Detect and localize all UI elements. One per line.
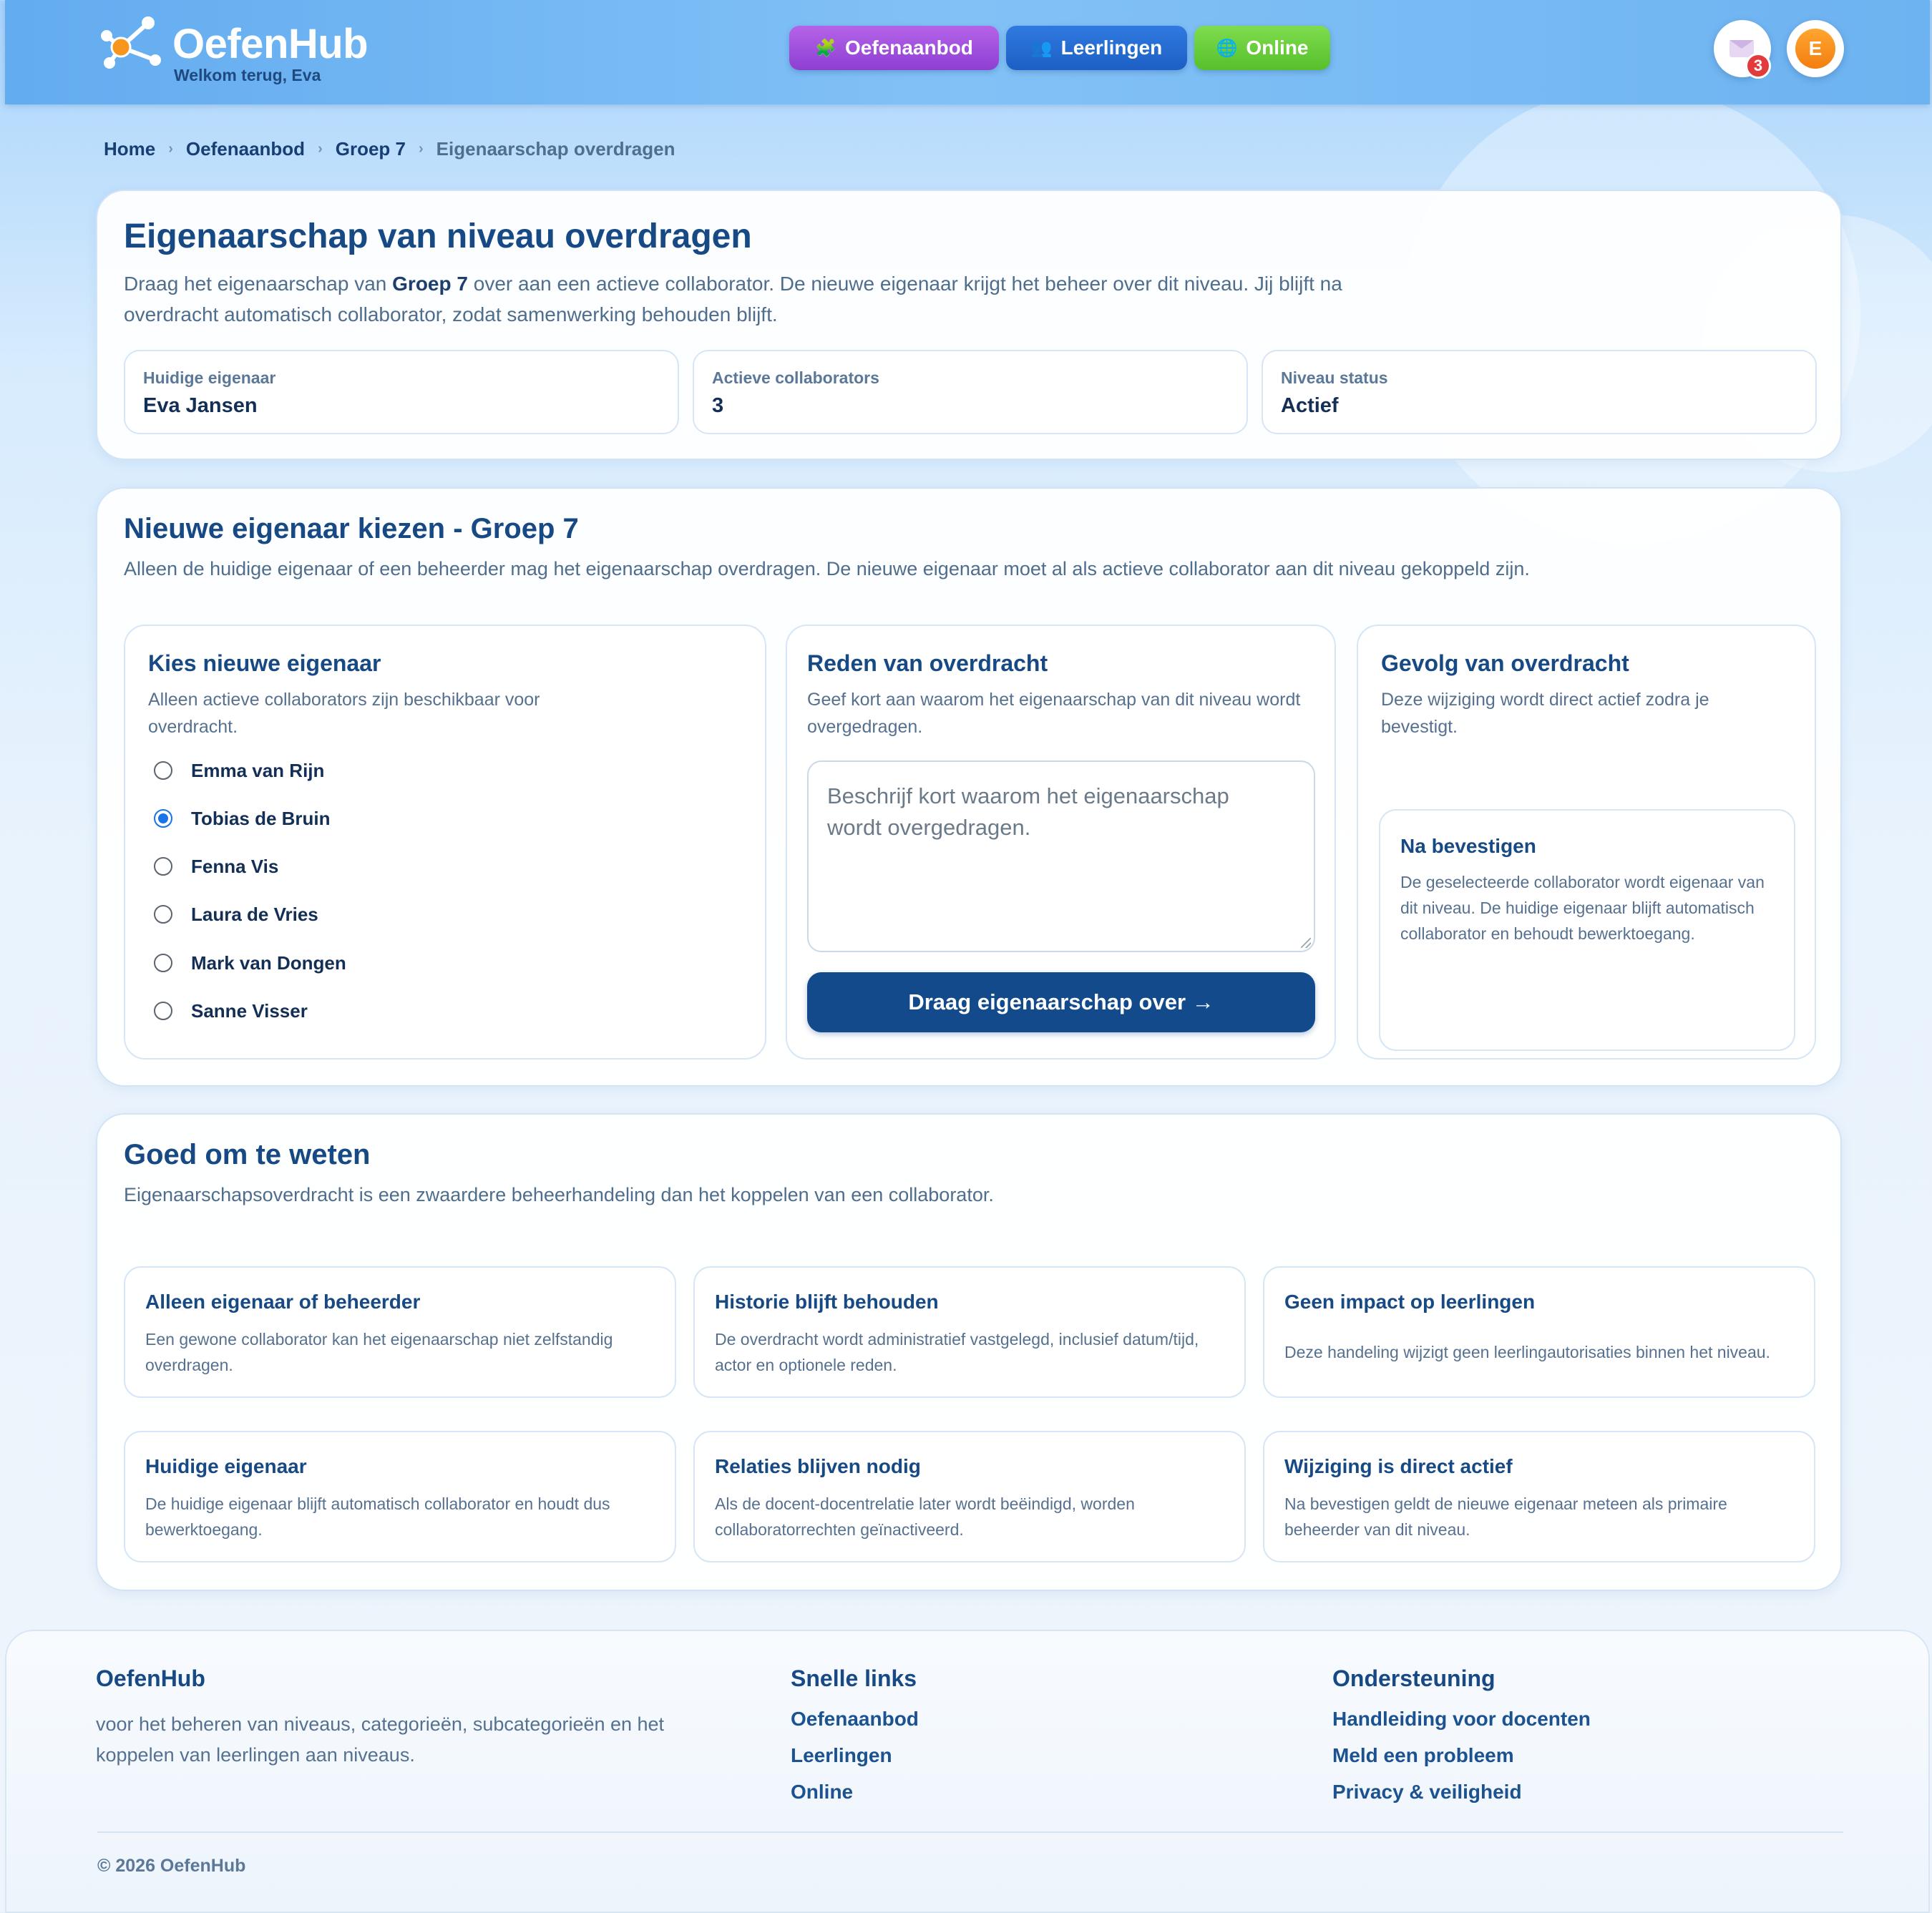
info-card: Goed om te weten Eigenaarschapsoverdrach… [96,1113,1842,1591]
footer-support-title: Ondersteuning [1332,1665,1496,1691]
footer-link-oefenaanbod[interactable]: Oefenaanbod [791,1708,919,1731]
breadcrumb: Home › Oefenaanbod › Groep 7 › Eigenaars… [104,138,675,160]
footer-quick-title: Snelle links [791,1665,917,1691]
globe-icon: 🌐 [1216,38,1238,58]
puzzle-icon: 🧩 [815,38,836,58]
footer-divider [97,1831,1843,1833]
unread-badge: 3 [1745,53,1771,79]
footer-link-manual[interactable]: Handleiding voor docenten [1332,1708,1591,1731]
consequence-panel: Gevolg van overdracht Deze wijziging wor… [1357,625,1816,1060]
info-title: Goed om te weten [124,1139,371,1170]
resize-handle-icon[interactable] [1301,938,1311,948]
nav-leerlingen-button[interactable]: 👥 Leerlingen [1006,26,1187,70]
radio-button[interactable] [154,761,172,780]
footer-link-report[interactable]: Meld een probleem [1332,1744,1591,1768]
chevron-right-icon: › [418,141,424,157]
radio-button[interactable] [154,905,172,924]
breadcrumb-groep[interactable]: Groep 7 [336,138,406,160]
transfer-lead: Alleen de huidige eigenaar of een beheer… [124,558,1530,579]
radio-button-selected[interactable] [154,809,172,828]
stat-active-collaborators: Actieve collaborators 3 [693,350,1248,434]
info-lead: Eigenaarschapsoverdracht is een zwaarder… [124,1184,994,1205]
nav-label: Oefenaanbod [844,36,973,59]
reason-textarea[interactable]: Beschrijf kort waarom het eigenaarschap … [807,760,1315,952]
info-tip: Alleen eigenaar of beheerder Een gewone … [124,1266,676,1398]
transfer-title: Nieuwe eigenaar kiezen - Groep 7 [124,513,579,544]
owner-option[interactable]: Fenna Vis [154,852,278,881]
reason-placeholder: Beschrijf kort waarom het eigenaarschap … [827,783,1229,840]
user-avatar-button[interactable]: E [1787,20,1844,77]
transfer-ownership-button[interactable]: Draag eigenaarschap over → [807,972,1315,1032]
nav-online-button[interactable]: 🌐 Online [1194,26,1330,70]
copyright: © 2026 OefenHub [97,1856,246,1876]
messages-button[interactable]: 3 [1714,20,1771,79]
breadcrumb-current: Eigenaarschap overdragen [436,138,675,160]
after-confirm-text: De geselecteerde collaborator wordt eige… [1400,873,1765,943]
reason-title: Reden van overdracht [807,650,1048,676]
footer-link-privacy[interactable]: Privacy & veiligheid [1332,1781,1591,1804]
owner-option[interactable]: Emma van Rijn [154,756,324,785]
page-title: Eigenaarschap van niveau overdragen [124,217,752,255]
overview-card: Eigenaarschap van niveau overdragen Draa… [96,190,1842,460]
users-icon: 👥 [1030,38,1053,58]
footer-desc: voor het beheren van niveaus, categorieë… [96,1713,665,1766]
footer-quick-links: Snelle links Oefenaanbod Leerlingen Onli… [791,1665,919,1804]
chevron-right-icon: › [318,141,323,157]
stat-current-owner: Huidige eigenaar Eva Jansen [124,350,679,434]
info-tip: Wijziging is direct actief Na bevestigen… [1263,1431,1815,1562]
consequence-title: Gevolg van overdracht [1381,650,1629,676]
choose-owner-desc: Alleen actieve collaborators zijn beschi… [148,690,540,737]
radio-button[interactable] [154,857,172,876]
main-nav: 🧩 Oefenaanbod 👥 Leerlingen 🌐 Online [5,26,1930,72]
owner-option[interactable]: Sanne Visser [154,997,308,1025]
nav-oefenaanbod-button[interactable]: 🧩 Oefenaanbod [789,26,999,70]
info-tip: Huidige eigenaar De huidige eigenaar bli… [124,1431,676,1562]
radio-button[interactable] [154,1002,172,1020]
breadcrumb-oefenaanbod[interactable]: Oefenaanbod [186,138,305,160]
owner-option[interactable]: Laura de Vries [154,900,318,929]
footer-link-leerlingen[interactable]: Leerlingen [791,1744,919,1768]
nav-label: Leerlingen [1060,36,1163,59]
footer-link-online[interactable]: Online [791,1781,919,1804]
after-confirm-box: Na bevestigen De geselecteerde collabora… [1379,809,1795,1051]
intro-text: Draag het eigenaarschap van Groep 7 over… [124,273,1342,326]
after-confirm-title: Na bevestigen [1400,835,1536,857]
transfer-card: Nieuwe eigenaar kiezen - Groep 7 Alleen … [96,487,1842,1087]
level-name: Groep 7 [392,273,468,295]
footer-brand: OefenHub [96,1665,205,1691]
owner-option[interactable]: Mark van Dongen [154,949,346,977]
reason-panel: Reden van overdracht Geef kort aan waaro… [786,625,1336,1060]
stat-level-status: Niveau status Actief [1262,350,1817,434]
nav-label: Online [1246,36,1309,59]
reason-desc: Geef kort aan waarom het eigenaarschap v… [807,690,1301,737]
chevron-right-icon: › [168,141,173,157]
choose-owner-panel: Kies nieuwe eigenaar Alleen actieve coll… [124,625,766,1060]
footer-about: OefenHub voor het beheren van niveaus, c… [96,1665,711,1771]
footer-support: Ondersteuning Handleiding voor docenten … [1332,1665,1591,1804]
info-tip: Geen impact op leerlingen Deze handeling… [1263,1266,1815,1398]
consequence-desc: Deze wijziging wordt direct actief zodra… [1381,690,1709,737]
breadcrumb-home[interactable]: Home [104,138,155,160]
choose-owner-title: Kies nieuwe eigenaar [148,650,381,676]
info-tip: Relaties blijven nodig Als de docent-doc… [693,1431,1246,1562]
radio-button[interactable] [154,954,172,972]
info-tip: Historie blijft behouden De overdracht w… [693,1266,1246,1398]
page-footer: OefenHub voor het beheren van niveaus, c… [5,1630,1930,1913]
owner-option[interactable]: Tobias de Bruin [154,804,331,833]
top-header: OefenHub Welkom terug, Eva 🧩 Oefenaanbod… [5,0,1930,104]
avatar: E [1795,29,1835,69]
